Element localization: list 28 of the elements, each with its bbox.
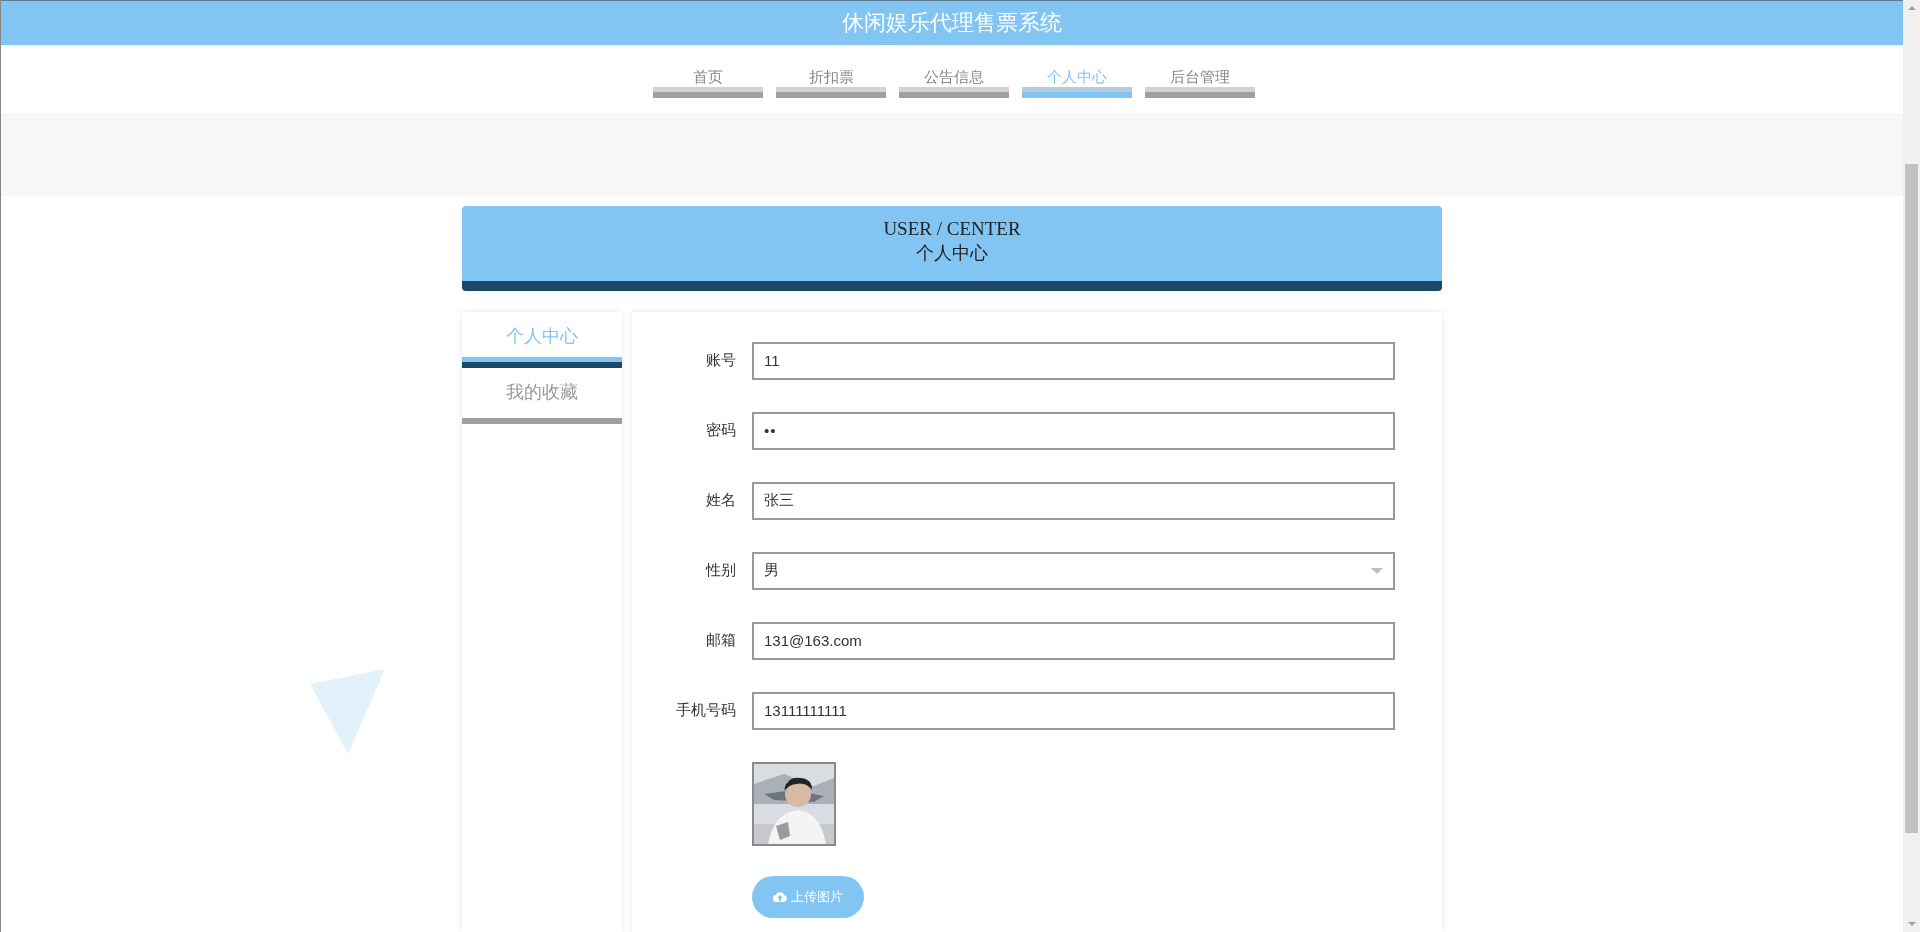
sidebar-item[interactable]: 个人中心: [462, 312, 622, 368]
input-field[interactable]: 张三: [752, 482, 1395, 520]
upload-icon: [773, 891, 787, 903]
scrollbar[interactable]: [1903, 0, 1920, 932]
sidebar-item[interactable]: 我的收藏: [462, 368, 622, 424]
input-field[interactable]: 13111111111: [752, 692, 1395, 730]
banner-subtitle: 个人中心: [915, 242, 989, 265]
field-label: 邮箱: [705, 631, 737, 651]
password-field[interactable]: ••: [752, 412, 1395, 450]
scroll-thumb[interactable]: [1905, 164, 1918, 833]
field-label: 账号: [705, 351, 737, 371]
field-label: 密码: [705, 421, 737, 441]
field-label: 姓名: [705, 491, 737, 511]
field-label: 性别: [704, 561, 737, 581]
nav-tab[interactable]: 个人中心: [1022, 67, 1132, 99]
nav-tab[interactable]: 首页: [653, 67, 763, 99]
scroll-up-icon[interactable]: [1907, 6, 1916, 10]
scroll-down-icon[interactable]: [1907, 922, 1916, 926]
nav-tab[interactable]: 公告信息: [899, 67, 1009, 99]
nav-tab[interactable]: 折扣票: [776, 67, 886, 99]
caret-icon: [1371, 568, 1383, 574]
input-field[interactable]: 131@163.com: [752, 622, 1395, 660]
select-field[interactable]: 男: [752, 552, 1395, 590]
nav-tab[interactable]: 后台管理: [1145, 67, 1255, 99]
input-field[interactable]: 11: [752, 342, 1395, 380]
site-title: 休闲娱乐代理售票系统: [842, 9, 1062, 38]
banner-title: USER / CENTER: [882, 217, 1022, 241]
field-label: 手机号码: [675, 701, 737, 721]
